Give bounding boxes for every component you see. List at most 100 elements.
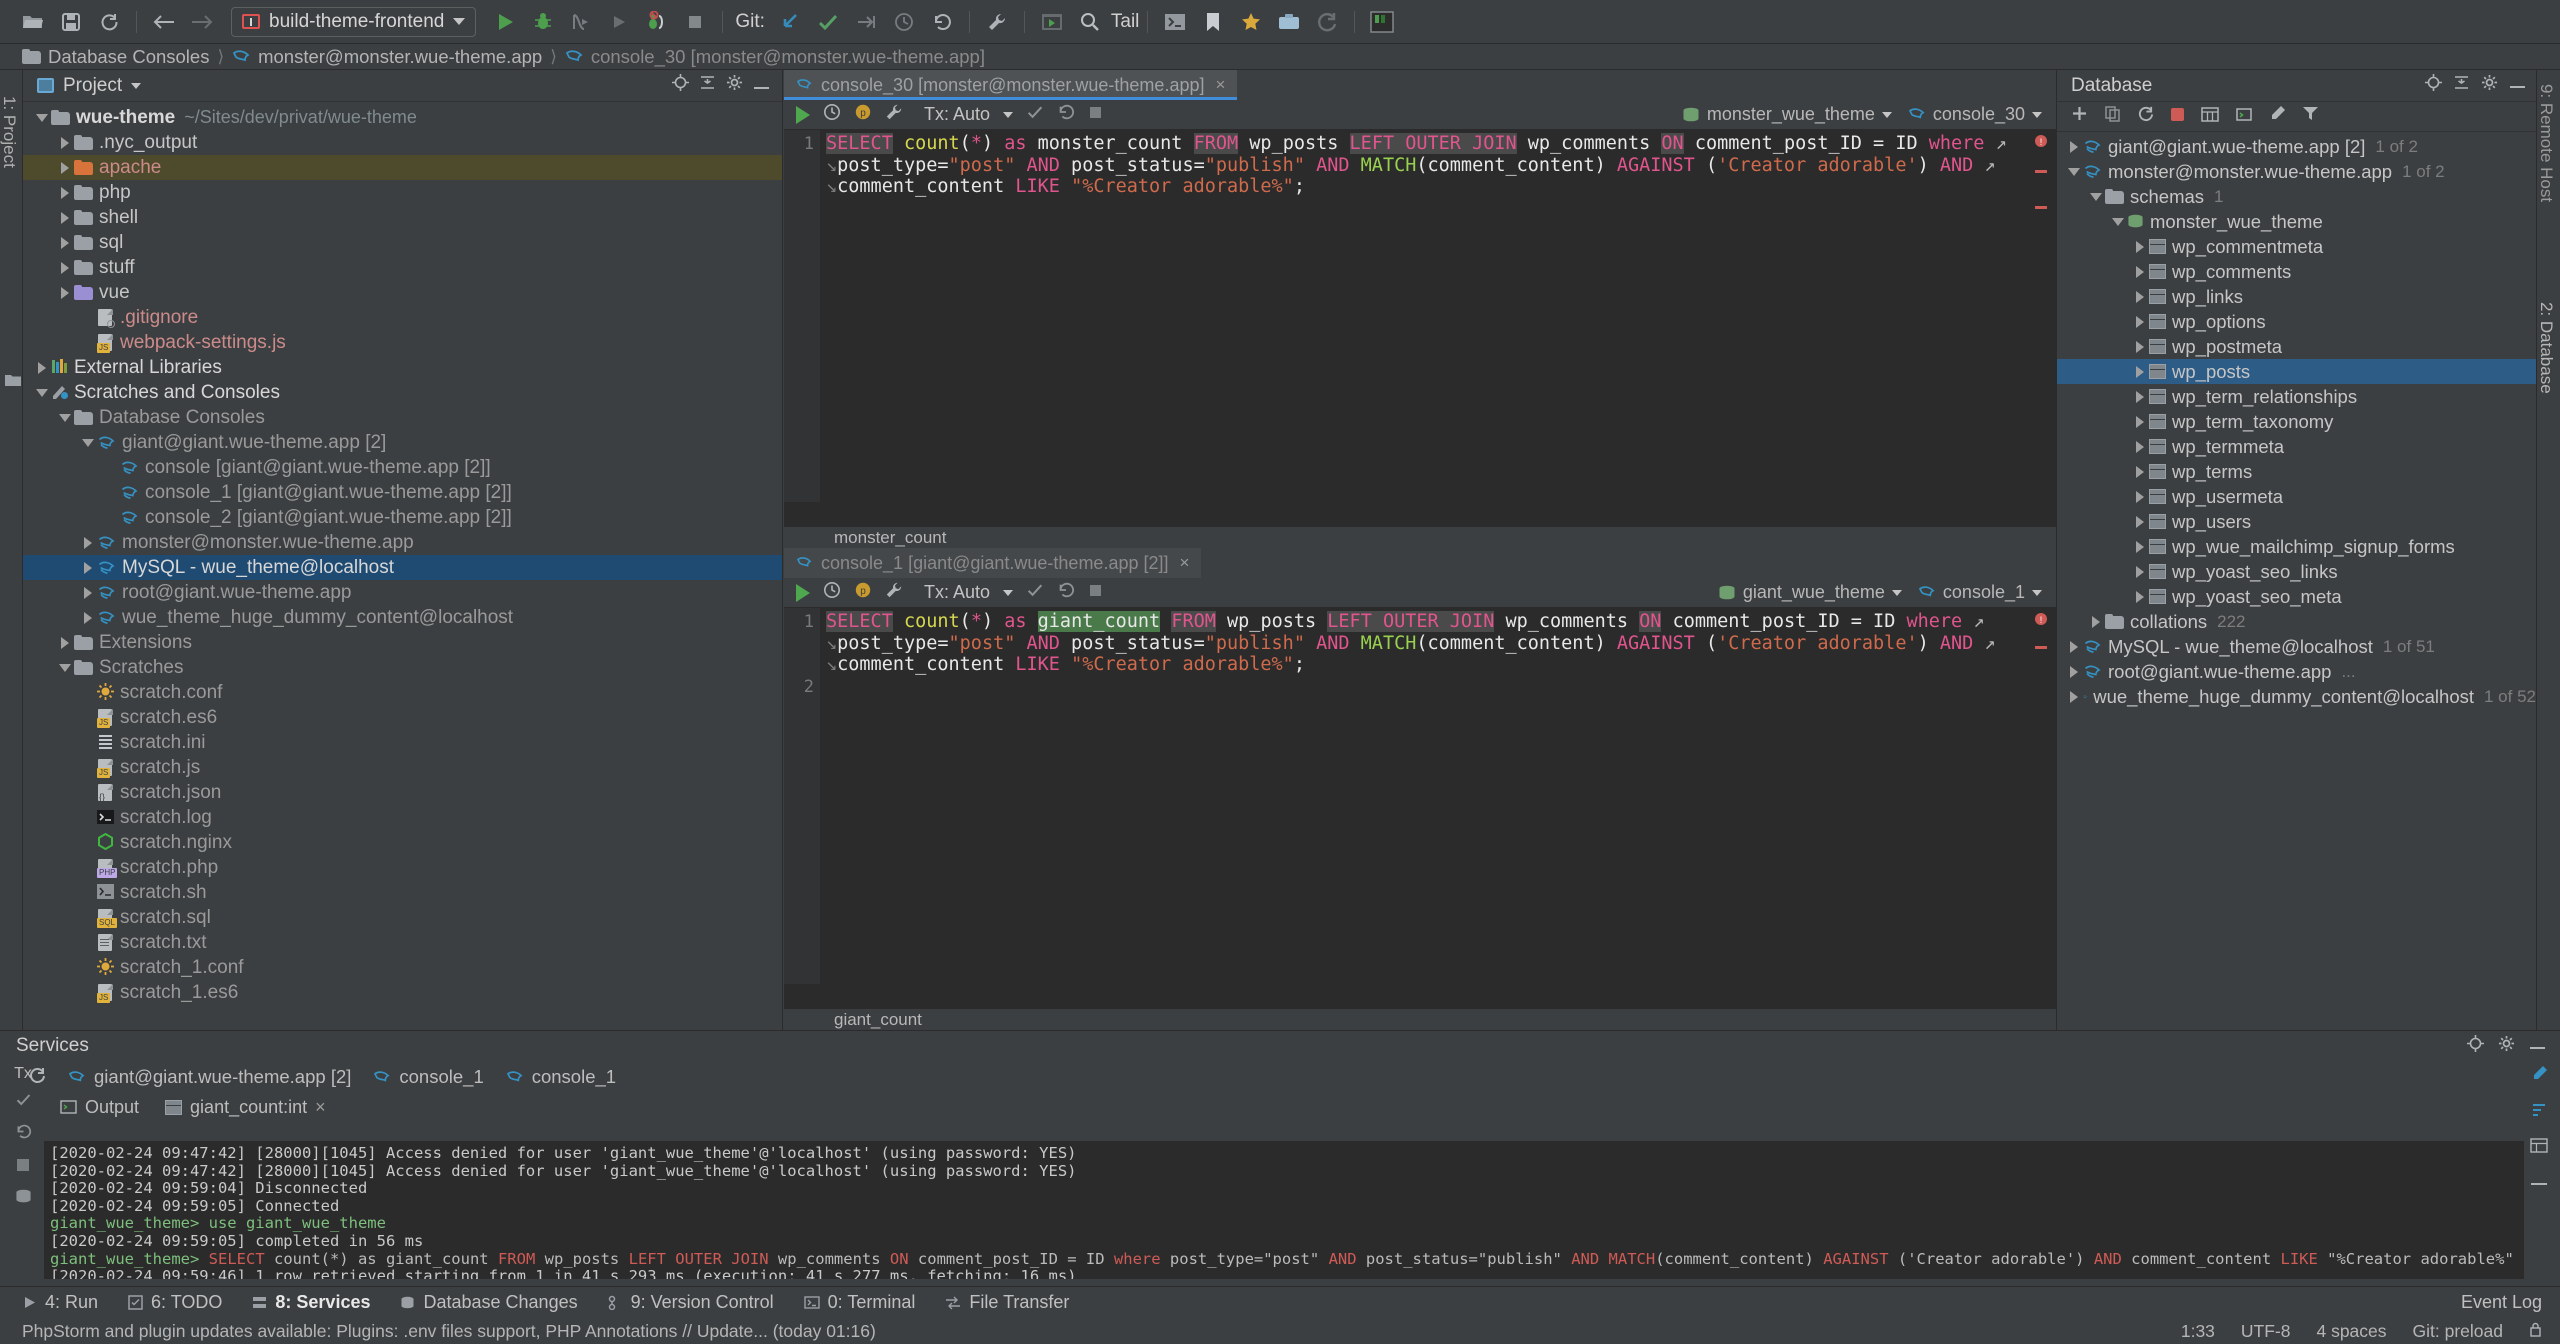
filter-icon[interactable] [2302,105,2319,128]
error-stripe-2[interactable] [2035,206,2047,209]
collapse-all-icon[interactable] [699,74,716,97]
sidebar-tab-project[interactable]: 1: Project [0,96,19,168]
database-tree-row[interactable]: schemas 1 [2057,184,2536,209]
modify-icon[interactable] [2269,105,2286,128]
indent-indicator[interactable]: 4 spaces [2316,1321,2386,1342]
collapse-arrow-icon[interactable] [56,413,74,422]
history-icon[interactable] [823,103,841,127]
database-tree-row[interactable]: MySQL - wue_theme@localhost 1 of 51 [2057,634,2536,659]
edit-icon[interactable] [2522,1065,2556,1089]
collapse-arrow-icon[interactable] [2109,217,2127,226]
project-tree-row[interactable]: JS webpack-settings.js [23,330,782,355]
database-tree-row[interactable]: wue_theme_huge_dummy_content@localhost 1 … [2057,684,2536,709]
favorites-star-icon[interactable] [1232,7,1270,37]
database-tree-row[interactable]: wp_yoast_seo_links [2057,559,2536,584]
collapse-arrow-icon[interactable] [33,388,51,397]
project-tree-row[interactable]: JS scratch_1.es6 [23,980,782,1005]
project-tree-row[interactable]: .gitignore [23,305,782,330]
expand-arrow-icon[interactable] [56,136,74,149]
collapse-arrow-icon[interactable] [79,438,97,447]
sidebar-tab-remote-host[interactable]: 9: Remote Host [2536,84,2556,202]
collapse-arrow-icon[interactable] [33,113,51,122]
hide-panel-icon[interactable] [2529,1035,2546,1058]
database-tree-row[interactable]: wp_users [2057,509,2536,534]
database-tree-row[interactable]: monster_wue_theme [2057,209,2536,234]
encoding-indicator[interactable]: UTF-8 [2241,1321,2291,1342]
expand-arrow-icon[interactable] [2065,665,2083,678]
tail-button[interactable]: Tail [1111,11,1140,33]
result-tab-label[interactable]: giant_count [834,1010,922,1030]
database-tree-row[interactable]: wp_postmeta [2057,334,2536,359]
commit-icon[interactable] [6,1091,40,1113]
breadcrumb-item-2[interactable]: console_30 [monster@monster.wue-theme.ap… [565,46,985,68]
close-icon[interactable]: × [1180,553,1190,573]
expand-arrow-icon[interactable] [56,636,74,649]
commit-icon[interactable] [809,7,847,37]
table-editor-icon[interactable] [2201,106,2219,128]
project-tree-row[interactable]: giant@giant.wue-theme.app [2] [23,430,782,455]
status-message[interactable]: PhpStorm and plugin updates available: P… [22,1321,876,1342]
project-tree-row[interactable]: SQL scratch.sql [23,905,782,930]
commit-icon[interactable] [1026,582,1044,604]
gear-icon[interactable] [726,74,743,97]
database-tree-row[interactable]: wp_options [2057,309,2536,334]
chevron-down-icon[interactable] [1003,111,1014,118]
chevron-down-icon[interactable] [1003,589,1014,596]
error-stripe[interactable] [2035,170,2047,173]
run-with-coverage-icon[interactable] [562,7,600,37]
project-tree-row[interactable]: MySQL - wue_theme@localhost [23,555,782,580]
rollback-icon[interactable] [6,1123,40,1146]
transaction-mode-label[interactable]: Tx: Auto [924,582,990,603]
expand-arrow-icon[interactable] [79,586,97,599]
gear-icon[interactable] [2481,74,2498,97]
project-tree-row[interactable]: console_2 [giant@giant.wue-theme.app [2]… [23,505,782,530]
database-tree-row[interactable]: wp_yoast_seo_meta [2057,584,2536,609]
gear-icon[interactable] [2498,1035,2515,1058]
rollback-icon[interactable] [923,7,961,37]
tool-button-run[interactable]: 4: Run [22,1292,98,1313]
project-tree-row[interactable]: apache [23,155,782,180]
project-tree-row[interactable]: scratch.nginx [23,830,782,855]
sql-line[interactable]: SELECT count(*) as monster_count FROM wp… [826,133,2030,155]
project-tree-row[interactable]: JS scratch.es6 [23,705,782,730]
sort-icon[interactable] [2522,1101,2556,1125]
schema-selector-bottom[interactable]: giant_wue_theme [1718,582,1902,603]
stop-icon[interactable] [1088,104,1103,126]
wrench-icon[interactable] [885,581,903,605]
terminal-run-icon[interactable] [1033,7,1071,37]
terminal-icon[interactable] [1156,7,1194,37]
code-editor-bottom[interactable]: 1 2 SELECT count(*) as giant_count FROM … [784,608,2056,984]
execute-icon[interactable] [796,105,810,124]
debug-icon[interactable] [524,7,562,37]
chevron-down-icon[interactable] [2032,111,2042,118]
expand-arrow-icon[interactable] [33,361,51,374]
database-tree-row[interactable]: wp_term_taxonomy [2057,409,2536,434]
project-tree-row[interactable]: wue-theme ~/Sites/dev/privat/wue-theme [23,105,782,130]
forward-arrow-icon[interactable] [183,7,221,37]
expand-arrow-icon[interactable] [2131,340,2149,353]
open-folder-icon[interactable] [14,7,52,37]
parameters-icon[interactable]: p [854,581,872,605]
history-icon[interactable] [823,581,841,605]
briefcase-icon[interactable] [1270,7,1308,37]
project-tree-row[interactable]: scratch.log [23,805,782,830]
database-tree-row[interactable]: wp_terms [2057,459,2536,484]
database-tree-row[interactable]: wp_term_relationships [2057,384,2536,409]
database-tree-row[interactable]: wp_comments [2057,259,2536,284]
refresh-icon[interactable] [2137,105,2154,128]
sql-line[interactable]: SELECT count(*) as giant_count FROM wp_p… [826,611,2030,633]
transaction-mode-label[interactable]: Tx: Auto [924,104,990,125]
expand-arrow-icon[interactable] [56,286,74,299]
expand-arrow-icon[interactable] [2131,465,2149,478]
event-log-button[interactable]: Event Log [2461,1292,2542,1313]
minimize-icon[interactable] [2522,1171,2556,1193]
wrench-icon[interactable] [978,7,1016,37]
refresh-circle-icon[interactable] [1308,7,1346,37]
project-folder-icon[interactable] [5,370,21,392]
error-stripe-b[interactable] [2035,646,2047,649]
debug-attach-icon[interactable] [638,7,676,37]
services-tab-1[interactable]: console_1 [373,1066,484,1088]
project-tree-row[interactable]: php [23,180,782,205]
add-datasource-icon[interactable] [2071,105,2088,128]
expand-arrow-icon[interactable] [2131,240,2149,253]
